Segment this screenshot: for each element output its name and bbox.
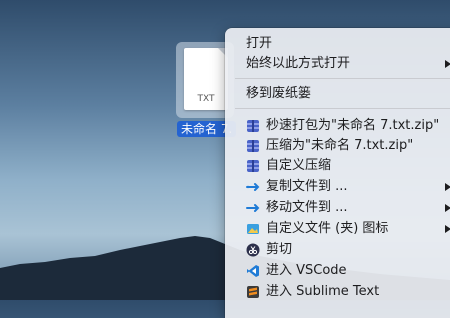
menu-item-label: 进入 Sublime Text: [266, 284, 380, 299]
menu-separator: [235, 78, 450, 79]
menu-item-label: 移到废纸篓: [246, 86, 312, 101]
menu-item-label: 复制文件到 ...: [266, 179, 348, 194]
submenu-arrow-icon: [445, 60, 450, 68]
menu-item-copy-to[interactable]: 复制文件到 ...: [225, 177, 450, 197]
menu-item-label: 打开: [246, 36, 273, 51]
menu-item-move-to[interactable]: 移动文件到 ...: [225, 198, 450, 218]
menu-item-open-vscode[interactable]: 进入 VSCode: [225, 261, 450, 281]
menu-item-custom-icon[interactable]: 自定义文件 (夹) 图标: [225, 219, 450, 239]
menu-item-label: 剪切: [266, 242, 293, 257]
menu-item-cut[interactable]: 剪切: [225, 240, 450, 260]
menu-item-label: 进入 VSCode: [266, 263, 347, 278]
menu-item-label: 自定义文件 (夹) 图标: [266, 221, 389, 236]
menu-separator: [235, 108, 450, 109]
archive-icon: [247, 140, 259, 152]
scissors-icon: [246, 243, 260, 257]
menu-item-open[interactable]: 打开: [225, 34, 450, 54]
submenu-arrow-icon: [445, 204, 450, 212]
menu-item-label: 移动文件到 ...: [266, 200, 348, 215]
menu-item-compress[interactable]: 压缩为"未命名 7.txt.zip": [225, 136, 450, 156]
menu-item-label: 秒速打包为"未命名 7.txt.zip": [266, 118, 440, 133]
submenu-arrow-icon: [445, 183, 450, 191]
menu-item-move-to-trash[interactable]: 移到废纸篓: [225, 84, 450, 104]
document-icon: TXT: [184, 48, 228, 110]
vscode-icon: [247, 265, 259, 277]
menu-item-label: 自定义压缩: [266, 158, 332, 173]
menu-item-label: 压缩为"未命名 7.txt.zip": [266, 138, 414, 153]
sublime-text-icon: [247, 286, 259, 298]
file-extension: TXT: [197, 94, 215, 104]
submenu-arrow-icon: [445, 225, 450, 233]
menu-item-label: 始终以此方式打开: [246, 56, 351, 71]
menu-item-quick-zip[interactable]: 秒速打包为"未命名 7.txt.zip": [225, 116, 450, 136]
move-arrow-icon: [246, 204, 260, 212]
archive-icon: [247, 120, 259, 132]
menu-item-open-sublime[interactable]: 进入 Sublime Text: [225, 282, 450, 302]
context-menu: 打开 始终以此方式打开 移到废纸篓 秒速打包为"未命名 7.txt.zip" 压…: [225, 28, 450, 318]
menu-item-always-open-with[interactable]: 始终以此方式打开: [225, 54, 450, 74]
archive-icon: [247, 160, 259, 172]
copy-arrow-icon: [246, 183, 260, 191]
menu-item-custom-compress[interactable]: 自定义压缩: [225, 156, 450, 176]
image-icon: [247, 224, 259, 234]
